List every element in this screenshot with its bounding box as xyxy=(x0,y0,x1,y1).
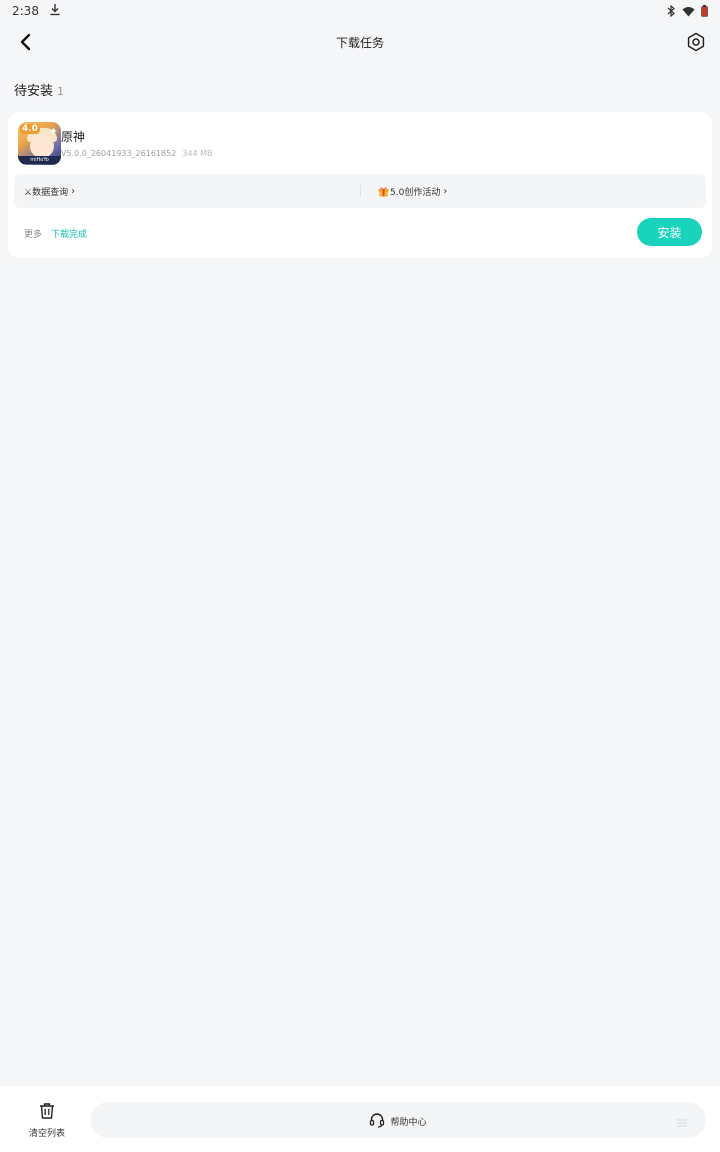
menu-icon[interactable] xyxy=(676,1114,688,1127)
chevron-right-icon: › xyxy=(443,186,448,197)
links-divider xyxy=(360,185,361,197)
icon-version-badge: 4.0 xyxy=(20,124,40,134)
install-button[interactable]: 安装 xyxy=(637,218,702,246)
page-title: 下载任务 xyxy=(335,36,384,50)
status-bar: 2:38 xyxy=(0,0,720,22)
wifi-icon xyxy=(682,6,695,17)
download-tasks-screen: 2:38 下载任务 待安装 1 4.0 ✦ miHoYo 原神 V5.0.0_2… xyxy=(0,0,720,1152)
creation-event-link[interactable]: 5.0创作活动 › xyxy=(378,185,447,198)
status-time: 2:38 xyxy=(12,4,39,18)
task-footer-row: 更多 下载完成 xyxy=(24,227,87,240)
app-size: 344 MB xyxy=(182,149,213,158)
clear-list-label: 清空列表 xyxy=(28,1129,65,1139)
star-icon: ✦ xyxy=(48,125,58,138)
icon-brand-strip: miHoYo xyxy=(18,156,61,164)
creation-event-label: 5.0创作活动 xyxy=(390,188,441,198)
data-query-link[interactable]: ⚔数据查询 › xyxy=(24,185,75,198)
settings-button[interactable] xyxy=(684,32,708,56)
bluetooth-icon xyxy=(666,5,676,17)
more-link[interactable]: 更多 xyxy=(24,227,42,240)
trash-icon xyxy=(38,1102,56,1124)
header: 下载任务 xyxy=(0,22,720,66)
download-icon xyxy=(49,3,61,19)
help-center-label: 帮助中心 xyxy=(390,1118,427,1128)
download-status: 下载完成 xyxy=(51,230,88,240)
data-query-label: ⚔数据查询 xyxy=(24,188,69,198)
quick-links-bar: ⚔数据查询 › 5.0创作活动 › xyxy=(14,174,706,208)
headset-icon xyxy=(369,1112,385,1131)
battery-icon xyxy=(701,5,708,17)
status-right xyxy=(666,5,708,17)
clear-list-button[interactable]: 清空列表 xyxy=(22,1102,72,1142)
section-count: 1 xyxy=(57,85,65,98)
help-center-button[interactable]: 帮助中心 xyxy=(90,1112,706,1131)
settings-icon xyxy=(686,32,706,56)
app-version: V5.0.0_26041933_26161852 xyxy=(61,149,177,158)
app-meta: V5.0.0_26041933_26161852 344 MB xyxy=(61,149,212,158)
app-name: 原神 xyxy=(61,130,86,144)
app-icon[interactable]: 4.0 ✦ miHoYo xyxy=(18,122,61,165)
section-title-text: 待安装 xyxy=(14,84,54,99)
chevron-right-icon: › xyxy=(71,186,76,197)
bottom-bar: 清空列表 帮助中心 xyxy=(0,1086,720,1152)
gift-icon xyxy=(378,186,389,197)
status-left: 2:38 xyxy=(12,3,61,19)
help-center-bar[interactable]: 帮助中心 xyxy=(90,1102,706,1138)
section-pending-install: 待安装 1 xyxy=(14,80,64,99)
